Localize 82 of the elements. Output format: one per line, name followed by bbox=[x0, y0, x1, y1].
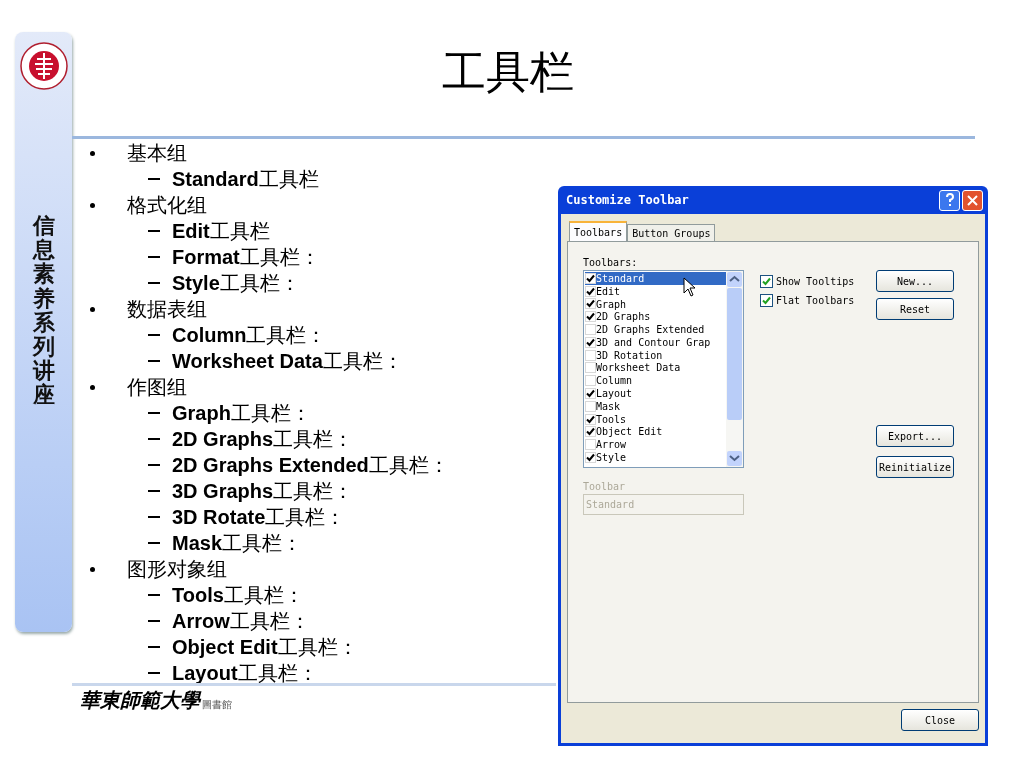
outline-item: Graph工具栏： bbox=[172, 400, 311, 426]
outline-item: Style工具栏： bbox=[172, 270, 300, 296]
dash-icon bbox=[148, 256, 160, 258]
outline-item: Column工具栏： bbox=[172, 322, 327, 348]
outline-item: Standard工具栏 bbox=[172, 166, 319, 192]
close-button[interactable] bbox=[962, 189, 983, 211]
outline-item: Worksheet Data工具栏： bbox=[172, 348, 403, 374]
outline-item: Object Edit工具栏： bbox=[172, 634, 358, 660]
toolbar-list-item[interactable]: 2D Graphs bbox=[585, 310, 726, 324]
dialog-button[interactable]: Export... bbox=[876, 425, 954, 447]
toolbar-list-item[interactable]: Standard bbox=[585, 272, 726, 285]
bullet-icon bbox=[90, 385, 95, 390]
mouse-pointer-icon bbox=[683, 277, 696, 297]
bullet-icon bbox=[90, 567, 95, 572]
toolbar-name-label: Toolbar bbox=[583, 480, 627, 494]
outline-item: 2D Graphs工具栏： bbox=[172, 426, 354, 452]
checkbox[interactable] bbox=[760, 275, 773, 288]
dash-icon bbox=[148, 646, 160, 648]
help-icon bbox=[944, 193, 955, 207]
toolbar-list-item[interactable]: Column bbox=[585, 374, 726, 388]
toolbar-list-item[interactable]: Edit bbox=[585, 284, 726, 298]
outline-heading: 数据表组 bbox=[127, 296, 207, 322]
dash-icon bbox=[148, 542, 160, 544]
outline-heading: 作图组 bbox=[127, 374, 187, 400]
dash-icon bbox=[148, 438, 160, 440]
dialog-button[interactable]: Reinitialize bbox=[876, 456, 954, 478]
bullet-icon bbox=[90, 307, 95, 312]
toolbar-list-item[interactable]: Object Edit bbox=[585, 425, 726, 439]
dialog-button[interactable]: Reset bbox=[876, 298, 954, 320]
outline-item: Layout工具栏： bbox=[172, 660, 318, 686]
toolbars-label: Toolbars: bbox=[583, 256, 639, 270]
outline-item: Edit工具栏 bbox=[172, 218, 270, 244]
help-button[interactable] bbox=[939, 189, 960, 211]
toolbar-list-item[interactable]: Mask bbox=[585, 399, 726, 413]
toolbar-list-item[interactable]: Arrow bbox=[585, 438, 726, 452]
dash-icon bbox=[148, 620, 160, 622]
dash-icon bbox=[148, 412, 160, 414]
option-label: Flat Toolbars bbox=[776, 294, 855, 308]
close-icon bbox=[967, 194, 978, 206]
toolbar-list-item[interactable]: 3D Rotation bbox=[585, 348, 726, 362]
slide-title: 工具栏 bbox=[442, 45, 574, 99]
outline-item: 2D Graphs Extended工具栏： bbox=[172, 452, 449, 478]
toolbars-list[interactable]: Standard Edit Graph 2D Graphs 2D Graphs Extended 3D and Contour Grap 3D Rotation Worksheet Data Column Layout Mask Tools Object Edit Arrow Style bbox=[583, 270, 744, 468]
toolbar-list-item[interactable]: 3D and Contour Grap bbox=[585, 336, 726, 349]
bullet-icon bbox=[90, 151, 95, 156]
toolbar-list-item[interactable]: Layout bbox=[585, 387, 726, 400]
outline-item: Mask工具栏： bbox=[172, 530, 303, 556]
dash-icon bbox=[148, 594, 160, 596]
outline-item: 3D Rotate工具栏： bbox=[172, 504, 346, 530]
option-label: Show Tooltips bbox=[776, 275, 855, 289]
toolbar-list-item[interactable]: Worksheet Data bbox=[585, 361, 726, 375]
dash-icon bbox=[148, 464, 160, 466]
toolbar-list-item[interactable]: 2D Graphs Extended bbox=[585, 323, 726, 336]
outline-heading: 格式化组 bbox=[127, 192, 207, 218]
outline-item: Arrow工具栏： bbox=[172, 608, 310, 634]
dialog-button[interactable]: New... bbox=[876, 270, 954, 292]
dialog-title: Customize Toolbar bbox=[566, 192, 689, 209]
close-dialog-button[interactable]: Close bbox=[901, 709, 979, 731]
toolbar-list-item[interactable]: Graph bbox=[585, 297, 726, 311]
outline-item: Format工具栏： bbox=[172, 244, 320, 270]
dash-icon bbox=[148, 490, 160, 492]
dash-icon bbox=[148, 334, 160, 336]
bullet-icon bbox=[90, 203, 95, 208]
dash-icon bbox=[148, 230, 160, 232]
dash-icon bbox=[148, 178, 160, 180]
dialog-tab[interactable]: Button Groups bbox=[627, 224, 716, 241]
university-name: 華東師範大學 bbox=[80, 690, 200, 710]
dash-icon bbox=[148, 360, 160, 362]
dash-icon bbox=[148, 282, 160, 284]
library-label: 圖書館 bbox=[202, 700, 232, 710]
toolbar-list-item[interactable]: Tools bbox=[585, 412, 726, 426]
outline-item: Tools工具栏： bbox=[172, 582, 304, 608]
dash-icon bbox=[148, 672, 160, 674]
toolbar-list-item[interactable]: Style bbox=[585, 451, 726, 464]
dialog-tab[interactable]: Toolbars bbox=[569, 221, 628, 241]
dash-icon bbox=[148, 516, 160, 518]
outline-heading: 基本组 bbox=[127, 140, 187, 166]
checkbox[interactable] bbox=[760, 294, 773, 307]
sidebar-title: 信息素养系列讲座 bbox=[32, 214, 55, 408]
outline-heading: 图形对象组 bbox=[127, 556, 227, 582]
outline-item: 3D Graphs工具栏： bbox=[172, 478, 354, 504]
university-seal-icon bbox=[19, 42, 68, 90]
